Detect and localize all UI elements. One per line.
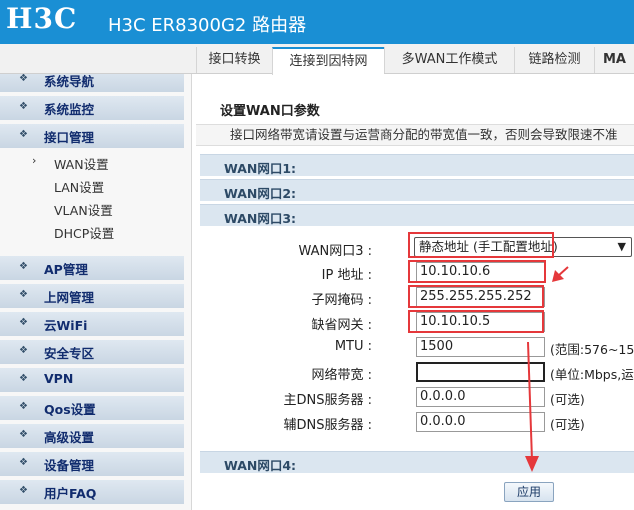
sidebar-item-interface-management[interactable]: ❖ 接口管理 bbox=[0, 124, 184, 148]
bullet-icon: ❖ bbox=[19, 73, 28, 84]
arrow-to-ip-icon bbox=[552, 266, 569, 282]
h3c-logo: H3C bbox=[6, 2, 78, 35]
sidebar-subitem-dhcp[interactable]: DHCP设置 bbox=[54, 223, 114, 242]
bullet-icon: ❖ bbox=[19, 289, 28, 300]
tab-connect-internet[interactable]: 连接到因特网 bbox=[272, 47, 384, 75]
product-title: H3C ER8300G2 路由器 bbox=[108, 15, 307, 36]
bullet-icon: ❖ bbox=[19, 401, 28, 412]
expanded-icon: ❖ bbox=[19, 129, 28, 140]
bullet-icon: ❖ bbox=[19, 261, 28, 272]
bullet-icon: ❖ bbox=[19, 485, 28, 496]
bullet-icon: ❖ bbox=[19, 345, 28, 356]
sidebar-item-user-faq[interactable]: ❖ 用户FAQ bbox=[0, 480, 184, 504]
sidebar-item-ap-management[interactable]: ❖ AP管理 bbox=[0, 256, 184, 280]
bullet-icon: ❖ bbox=[19, 101, 28, 112]
arrow-to-apply-icon bbox=[525, 341, 539, 472]
sidebar-subitem-wan[interactable]: WAN设置 bbox=[54, 154, 109, 173]
sidebar-item-advanced[interactable]: ❖ 高级设置 bbox=[0, 424, 184, 448]
sidebar-item-security[interactable]: ❖ 安全专区 bbox=[0, 340, 184, 364]
tab-bar: 接口转换 连接到因特网 多WAN工作模式 链路检测 MA bbox=[0, 44, 634, 75]
sidebar-item-qos[interactable]: ❖ Qos设置 bbox=[0, 396, 184, 420]
sidebar: ❖ 系统导航 ❖ 系统监控 ❖ 接口管理 › WAN设置 LAN设置 VLAN设… bbox=[0, 44, 192, 510]
sidebar-item-cloud-wifi[interactable]: ❖ 云WiFi bbox=[0, 312, 184, 336]
annotation-arrows bbox=[525, 266, 569, 472]
chevron-right-icon: › bbox=[32, 154, 37, 167]
tab-mac-truncated[interactable]: MA bbox=[594, 47, 634, 73]
bullet-icon: ❖ bbox=[19, 317, 28, 328]
tab-interface-switch[interactable]: 接口转换 bbox=[196, 47, 272, 73]
sidebar-subitem-vlan[interactable]: VLAN设置 bbox=[54, 200, 113, 219]
sidebar-subitem-lan[interactable]: LAN设置 bbox=[54, 177, 104, 196]
bullet-icon: ❖ bbox=[19, 429, 28, 440]
main-content: 设置WAN口参数 接口网络带宽请设置与运营商分配的带宽值一致，否则会导致限速不准… bbox=[196, 84, 634, 510]
app-header: H3C H3C ER8300G2 路由器 bbox=[0, 0, 634, 44]
tab-link-detection[interactable]: 链路检测 bbox=[514, 47, 594, 73]
bullet-icon: ❖ bbox=[19, 457, 28, 468]
bullet-icon: ❖ bbox=[19, 373, 28, 384]
sidebar-item-device-management[interactable]: ❖ 设备管理 bbox=[0, 452, 184, 476]
sidebar-item-system-monitor[interactable]: ❖ 系统监控 bbox=[0, 96, 184, 120]
sidebar-item-internet-management[interactable]: ❖ 上网管理 bbox=[0, 284, 184, 308]
sidebar-item-vpn[interactable]: ❖ VPN bbox=[0, 368, 184, 392]
tab-multi-wan-mode[interactable]: 多WAN工作模式 bbox=[384, 47, 514, 73]
